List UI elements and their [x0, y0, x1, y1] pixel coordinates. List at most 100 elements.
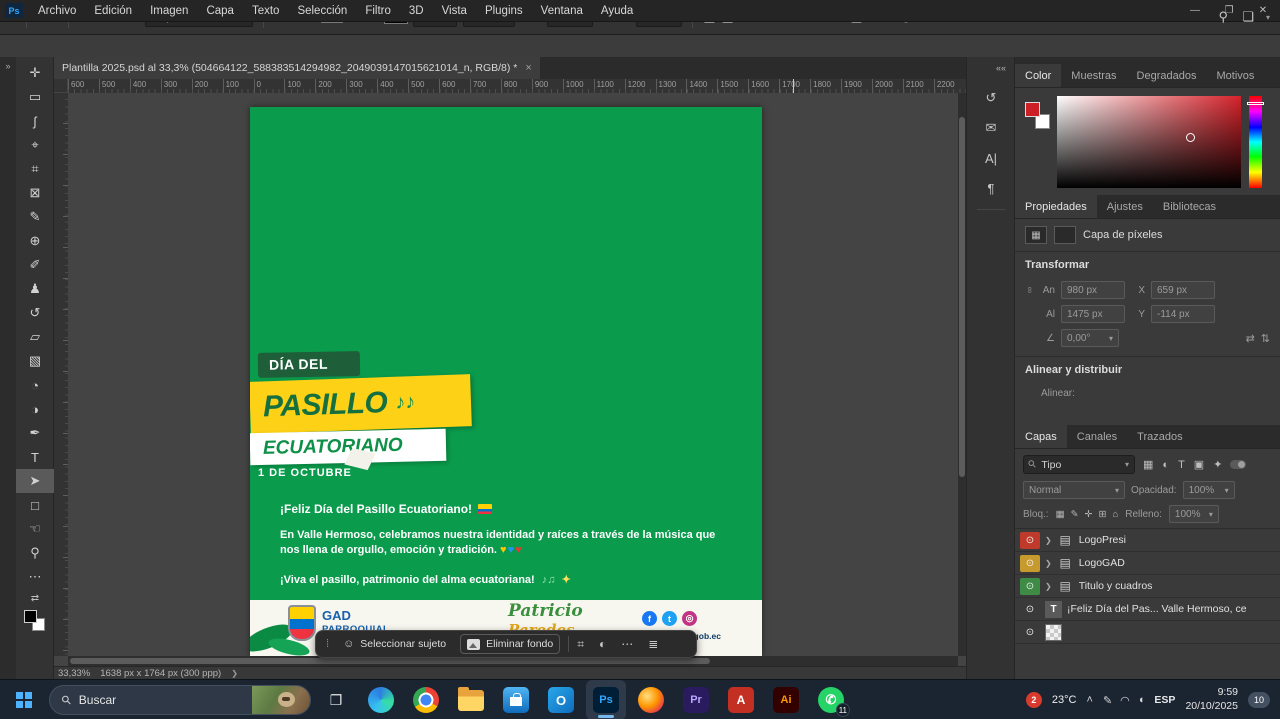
flip-horizontal-icon[interactable]: ⇄ — [1246, 332, 1255, 345]
taskbar-app-explorer[interactable] — [451, 680, 491, 719]
visibility-toggle[interactable]: ⊙ — [1020, 578, 1040, 595]
zoom-level-field[interactable]: 33,33% — [58, 668, 90, 679]
rotation-field[interactable]: 0,00°▾ — [1061, 329, 1119, 347]
weather-temperature[interactable]: 23°C — [1052, 694, 1077, 706]
taskbar-app-chrome[interactable] — [406, 680, 446, 719]
taskbar-app-firefox[interactable] — [631, 680, 671, 719]
search-highlight-image[interactable] — [252, 685, 310, 715]
volume-tray-icon[interactable]: ◖ — [1138, 694, 1145, 706]
menu-item[interactable]: Capa — [197, 0, 243, 22]
expand-chevron-icon[interactable]: ❯ — [1045, 559, 1052, 568]
menu-item[interactable]: Ayuda — [592, 0, 642, 22]
height-field[interactable]: 1475 px — [1061, 305, 1125, 323]
panel-tab[interactable]: Trazados — [1127, 425, 1192, 448]
visibility-toggle[interactable]: ⊙ — [1020, 624, 1040, 641]
minimize-button[interactable]: — — [1178, 0, 1212, 22]
double-chevron-icon[interactable]: » — [5, 61, 10, 71]
visibility-toggle[interactable]: ⊙ — [1020, 532, 1040, 549]
lock-artboard-icon[interactable]: ⊞ — [1099, 509, 1107, 520]
scrollbar-thumb[interactable] — [959, 117, 965, 477]
lock-all-icon[interactable]: ⌂ — [1112, 509, 1118, 520]
move-tool[interactable]: ✛ — [16, 61, 54, 85]
lock-pixels-icon[interactable]: ✎ — [1071, 509, 1079, 520]
x-field[interactable]: 659 px — [1151, 281, 1215, 299]
layer-row[interactable]: ⊙ ❯ ▤ T — [1015, 621, 1280, 644]
zoom-tool[interactable]: ⚲ — [16, 541, 54, 565]
color-saturation-field[interactable] — [1057, 96, 1241, 188]
filter-pixel-icon[interactable]: ▦ — [1143, 458, 1153, 471]
menu-item[interactable]: Selección — [288, 0, 356, 22]
hidden-icons-chevron[interactable]: ˄ — [1087, 694, 1093, 706]
invert-icon[interactable]: ◐ — [599, 637, 606, 651]
taskbar-app-illustrator[interactable]: Ai — [766, 680, 806, 719]
healing-brush-tool[interactable]: ⊕ — [16, 229, 54, 253]
y-field[interactable]: -114 px — [1151, 305, 1215, 323]
taskbar-app-acrobat[interactable]: A — [721, 680, 761, 719]
width-field[interactable]: 980 px — [1061, 281, 1125, 299]
menu-item[interactable]: Archivo — [29, 0, 85, 22]
lock-position-icon[interactable]: ✛ — [1085, 509, 1093, 520]
menu-item[interactable]: Ventana — [532, 0, 592, 22]
character-panel-icon[interactable]: A| — [967, 143, 1015, 173]
search-icon[interactable]: ⚲ — [1218, 9, 1228, 25]
fill-dropdown[interactable]: 100%▾ — [1169, 505, 1219, 523]
brush-tool[interactable]: ✐ — [16, 253, 54, 277]
paragraph-panel-icon[interactable]: ¶ — [967, 173, 1015, 203]
pen-tray-icon[interactable]: ✎ — [1103, 694, 1112, 707]
eraser-tool[interactable]: ▱ — [16, 325, 54, 349]
collapse-panels-icon[interactable]: «« — [967, 57, 1014, 83]
more-options-icon[interactable]: ⋯ — [621, 637, 633, 651]
taskbar-app-outlook[interactable]: O — [541, 680, 581, 719]
taskbar-search[interactable]: ⚲ Buscar — [49, 685, 311, 715]
panel-tab[interactable]: Capas — [1015, 425, 1067, 448]
canvas-viewport[interactable]: DÍA DEL PASILLO ♪♪ ECUATORIANO 1 DE OCTU… — [68, 93, 958, 656]
panel-tab[interactable]: Propiedades — [1015, 195, 1097, 218]
foreground-color-swatch[interactable] — [24, 610, 37, 623]
blend-mode-dropdown[interactable]: Normal▾ — [1023, 481, 1125, 499]
object-selection-tool[interactable]: ⌖ — [16, 133, 54, 157]
taskbar-app-store[interactable] — [496, 680, 536, 719]
transform-icon[interactable]: ⌗ — [577, 637, 584, 652]
workspace-icon[interactable]: ❏ — [1242, 9, 1254, 25]
clock[interactable]: 9:59 20/10/2025 — [1185, 686, 1238, 713]
transform-section-header[interactable]: ⌄ Transformar — [1015, 252, 1280, 278]
expand-chevron-icon[interactable]: ❯ — [1045, 536, 1052, 545]
history-panel-icon[interactable]: ↺ — [967, 83, 1015, 113]
close-tab-icon[interactable]: × — [525, 62, 531, 74]
layer-row[interactable]: ⊙ ❯ ▤ T LogoGAD — [1015, 552, 1280, 575]
history-brush-tool[interactable]: ↺ — [16, 301, 54, 325]
edit-toolbar-icon[interactable]: ⋯ — [16, 565, 54, 589]
taskbar-app-premiere[interactable]: Pr — [676, 680, 716, 719]
layer-filter-dropdown[interactable]: ⚲ Tipo ▾ — [1023, 455, 1135, 474]
crop-tool[interactable]: ⌗ — [16, 157, 54, 181]
layer-row[interactable]: ⊙ ❯ ▤ T ¡Feliz Día del Pas... Valle Herm… — [1015, 598, 1280, 621]
gradient-tool[interactable]: ▧ — [16, 349, 54, 373]
status-arrow-icon[interactable]: ❯ — [231, 669, 238, 678]
network-tray-icon[interactable]: ◠ — [1120, 694, 1130, 707]
rectangle-tool[interactable]: □ — [16, 493, 54, 517]
menu-item[interactable]: Imagen — [141, 0, 197, 22]
vertical-scrollbar[interactable] — [958, 93, 966, 656]
filter-type-icon[interactable]: T — [1178, 459, 1185, 471]
visibility-toggle[interactable]: ⊙ — [1020, 601, 1040, 618]
menu-item[interactable]: 3D — [400, 0, 433, 22]
pen-tool[interactable]: ✒ — [16, 421, 54, 445]
notification-badge[interactable]: 10 — [1248, 692, 1270, 708]
taskbar-app-photoshop[interactable]: Ps — [586, 680, 626, 719]
menu-item[interactable]: Filtro — [356, 0, 400, 22]
menu-item[interactable]: Texto — [243, 0, 289, 22]
panel-tab[interactable]: Muestras — [1061, 64, 1126, 87]
expand-chevron-icon[interactable]: ❯ — [1045, 582, 1052, 591]
select-subject-button[interactable]: ☺ Seleccionar sujeto — [337, 634, 452, 654]
hue-slider[interactable] — [1249, 96, 1262, 188]
comments-panel-icon[interactable]: ✉ — [967, 113, 1015, 143]
scrollbar-thumb[interactable] — [70, 658, 710, 664]
align-section-header[interactable]: ⌄ Alinear y distribuir — [1015, 357, 1280, 383]
clone-stamp-tool[interactable]: ♟ — [16, 277, 54, 301]
hand-tool[interactable]: ☜ — [16, 517, 54, 541]
taskbar-app-edge[interactable] — [361, 680, 401, 719]
canvas[interactable]: DÍA DEL PASILLO ♪♪ ECUATORIANO 1 DE OCTU… — [250, 107, 762, 656]
color-picker-marker[interactable] — [1186, 133, 1195, 142]
filter-adjustment-icon[interactable]: ◐ — [1162, 459, 1169, 471]
panel-tab[interactable]: Bibliotecas — [1153, 195, 1226, 218]
